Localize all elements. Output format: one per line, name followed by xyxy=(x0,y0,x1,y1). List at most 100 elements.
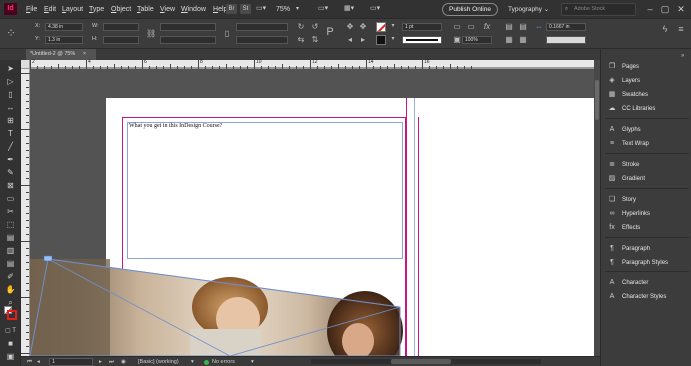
quick-apply-icon[interactable]: ϟ xyxy=(660,25,670,35)
menu-window[interactable]: Window xyxy=(181,4,206,15)
panel-story[interactable]: ❏ Story xyxy=(607,194,636,206)
y-position-field[interactable]: 1.3 in xyxy=(45,36,83,44)
scrollbar-thumb[interactable] xyxy=(595,80,599,120)
panel-swatches[interactable]: ▦ Swatches xyxy=(607,89,648,101)
panel-layers[interactable]: ◈ Layers xyxy=(607,75,640,87)
free-transform-tool-icon[interactable]: ⬚ xyxy=(5,220,16,230)
panel-pages[interactable]: ❐ Pages xyxy=(607,61,639,73)
horizontal-scrollbar-thumb[interactable] xyxy=(391,359,451,364)
panel-hyperlinks[interactable]: ∞ Hyperlinks xyxy=(607,208,651,220)
eyedropper-tool-icon[interactable]: ✐ xyxy=(5,272,16,282)
workspace-layout-icon[interactable]: ▭▾ xyxy=(370,4,380,14)
first-page-icon[interactable]: ⏮ xyxy=(27,358,32,366)
rotation-angle-field[interactable] xyxy=(236,23,288,31)
workspace-switcher[interactable]: Typography ⌄ xyxy=(508,4,549,15)
close-tab-icon[interactable]: × xyxy=(83,51,86,57)
stock-button[interactable]: St xyxy=(240,4,251,14)
select-container-icon[interactable]: ✥ xyxy=(345,22,355,32)
adobe-stock-search-input[interactable]: ⌕ Adobe Stock xyxy=(561,3,636,16)
errors-dropdown-icon[interactable]: ▾ xyxy=(251,358,254,366)
panel-menu-icon[interactable]: ≡ xyxy=(676,25,686,35)
gap-field[interactable]: 0.1667 in xyxy=(546,23,586,31)
pen-tool-icon[interactable]: ✒ xyxy=(5,155,16,165)
panel-glyphs[interactable]: A Glyphs xyxy=(607,124,641,136)
minimize-icon[interactable]: – xyxy=(644,3,656,15)
panel-effects[interactable]: fx Effects xyxy=(607,222,640,234)
menu-layout[interactable]: Layout xyxy=(62,4,83,15)
panel-paragraph-styles[interactable]: ¶ Paragraph Styles xyxy=(607,257,668,269)
gap-tool-icon[interactable]: ↔ xyxy=(5,103,16,113)
menu-edit[interactable]: Edit xyxy=(44,4,56,15)
previous-page-icon[interactable]: ◂ xyxy=(37,358,40,366)
last-page-icon[interactable]: ⏭ xyxy=(109,358,114,366)
opacity-icon[interactable]: ▣ xyxy=(452,35,462,45)
screen-mode-icon[interactable]: ▭▾ xyxy=(256,4,272,14)
content-collector-icon[interactable]: ⊞ xyxy=(5,116,16,126)
opacity-field[interactable]: 100% xyxy=(462,36,492,44)
publish-online-button[interactable]: Publish Online xyxy=(442,3,498,16)
line-tool-icon[interactable]: ╱ xyxy=(5,142,16,152)
panel-text-wrap[interactable]: ≡ Text Wrap xyxy=(607,138,649,150)
text-frame-options-icon[interactable]: ▤ xyxy=(504,22,514,32)
preflight-profile[interactable]: [Basic] (working) xyxy=(138,358,179,366)
panel-character[interactable]: A Character xyxy=(607,277,649,289)
frame-handle[interactable] xyxy=(43,255,53,262)
reference-point-icon[interactable]: ⁘ xyxy=(4,24,18,42)
open-page-icon[interactable]: ◉ xyxy=(121,358,126,366)
hand-tool-icon[interactable]: ✋ xyxy=(5,285,16,295)
type-tool-icon[interactable]: T xyxy=(5,129,16,139)
formatting-container-icon[interactable]: ▢ T xyxy=(5,326,16,336)
note-tool-icon[interactable]: ▤ xyxy=(5,259,16,269)
scissors-tool-icon[interactable]: ✂ xyxy=(5,207,16,217)
swatch-preview[interactable] xyxy=(546,36,586,44)
drop-shadow-icon[interactable]: ▭ xyxy=(452,22,462,32)
selection-tool-icon[interactable]: ➤ xyxy=(5,64,16,74)
rotate-cw-icon[interactable]: ↻ xyxy=(296,22,306,32)
gradient-swatch-tool-icon[interactable]: ▤ xyxy=(5,233,16,243)
zoom-dropdown-icon[interactable]: ▾ xyxy=(296,4,299,14)
flip-vertical-icon[interactable]: ⇅ xyxy=(310,35,320,45)
preflight-dropdown-icon[interactable]: ▾ xyxy=(191,358,194,366)
maximize-icon[interactable]: ▢ xyxy=(659,3,671,15)
rotate-ccw-icon[interactable]: ↺ xyxy=(310,22,320,32)
arrange-documents-icon[interactable]: ▦▾ xyxy=(344,4,354,14)
gap-tool-icon[interactable]: ⇔ xyxy=(534,22,544,32)
document-tab[interactable]: *Untitled-2 @ 75% × xyxy=(26,49,96,60)
screen-mode-tool-icon[interactable]: ▣ xyxy=(5,352,16,362)
page-number-field[interactable]: 1 xyxy=(49,358,93,366)
select-content-icon[interactable]: ✥ xyxy=(358,22,368,32)
menu-table[interactable]: Table xyxy=(137,4,154,15)
close-icon[interactable]: ✕ xyxy=(675,3,687,15)
select-previous-icon[interactable]: ◂ xyxy=(345,35,355,45)
stroke-dropdown-icon[interactable]: ▾ xyxy=(388,35,398,45)
view-options-icon[interactable]: ▭▾ xyxy=(318,4,328,14)
menu-file[interactable]: File xyxy=(26,4,37,15)
menu-view[interactable]: View xyxy=(160,4,175,15)
stroke-swatch-icon[interactable] xyxy=(7,310,17,320)
panel-paragraph[interactable]: ¶ Paragraph xyxy=(607,243,650,255)
horizontal-ruler[interactable]: 2 4 6 8 10 12 14 16 xyxy=(21,60,600,69)
width-field[interactable] xyxy=(103,23,139,31)
panel-stroke[interactable]: ≣ Stroke xyxy=(607,159,639,171)
fill-none-swatch[interactable] xyxy=(376,22,386,32)
menu-object[interactable]: Object xyxy=(111,4,131,15)
stroke-type-select[interactable] xyxy=(402,36,442,44)
gradient-feather-tool-icon[interactable]: ▥ xyxy=(5,246,16,256)
x-position-field[interactable]: 4.38 in xyxy=(45,23,83,31)
fill-dropdown-icon[interactable]: ▾ xyxy=(388,22,398,32)
vertical-ruler[interactable] xyxy=(21,69,30,356)
menu-type[interactable]: Type xyxy=(89,4,104,15)
effects-box-icon[interactable]: ▭ xyxy=(466,22,476,32)
horizontal-scrollbar[interactable] xyxy=(311,359,541,364)
text-p-icon[interactable]: P xyxy=(325,25,335,39)
pencil-tool-icon[interactable]: ✎ xyxy=(5,168,16,178)
direct-selection-tool-icon[interactable]: ▷ xyxy=(5,77,16,87)
flip-horizontal-icon[interactable]: ⇆ xyxy=(296,35,306,45)
next-page-icon[interactable]: ▸ xyxy=(99,358,102,366)
height-field[interactable] xyxy=(103,36,139,44)
apply-color-icon[interactable]: ■ xyxy=(5,339,16,349)
rectangle-tool-icon[interactable]: ▭ xyxy=(5,194,16,204)
rectangle-frame-tool-icon[interactable]: ⊠ xyxy=(5,181,16,191)
image-frame[interactable] xyxy=(30,69,600,356)
align-center-icon[interactable]: ▦ xyxy=(518,35,528,45)
